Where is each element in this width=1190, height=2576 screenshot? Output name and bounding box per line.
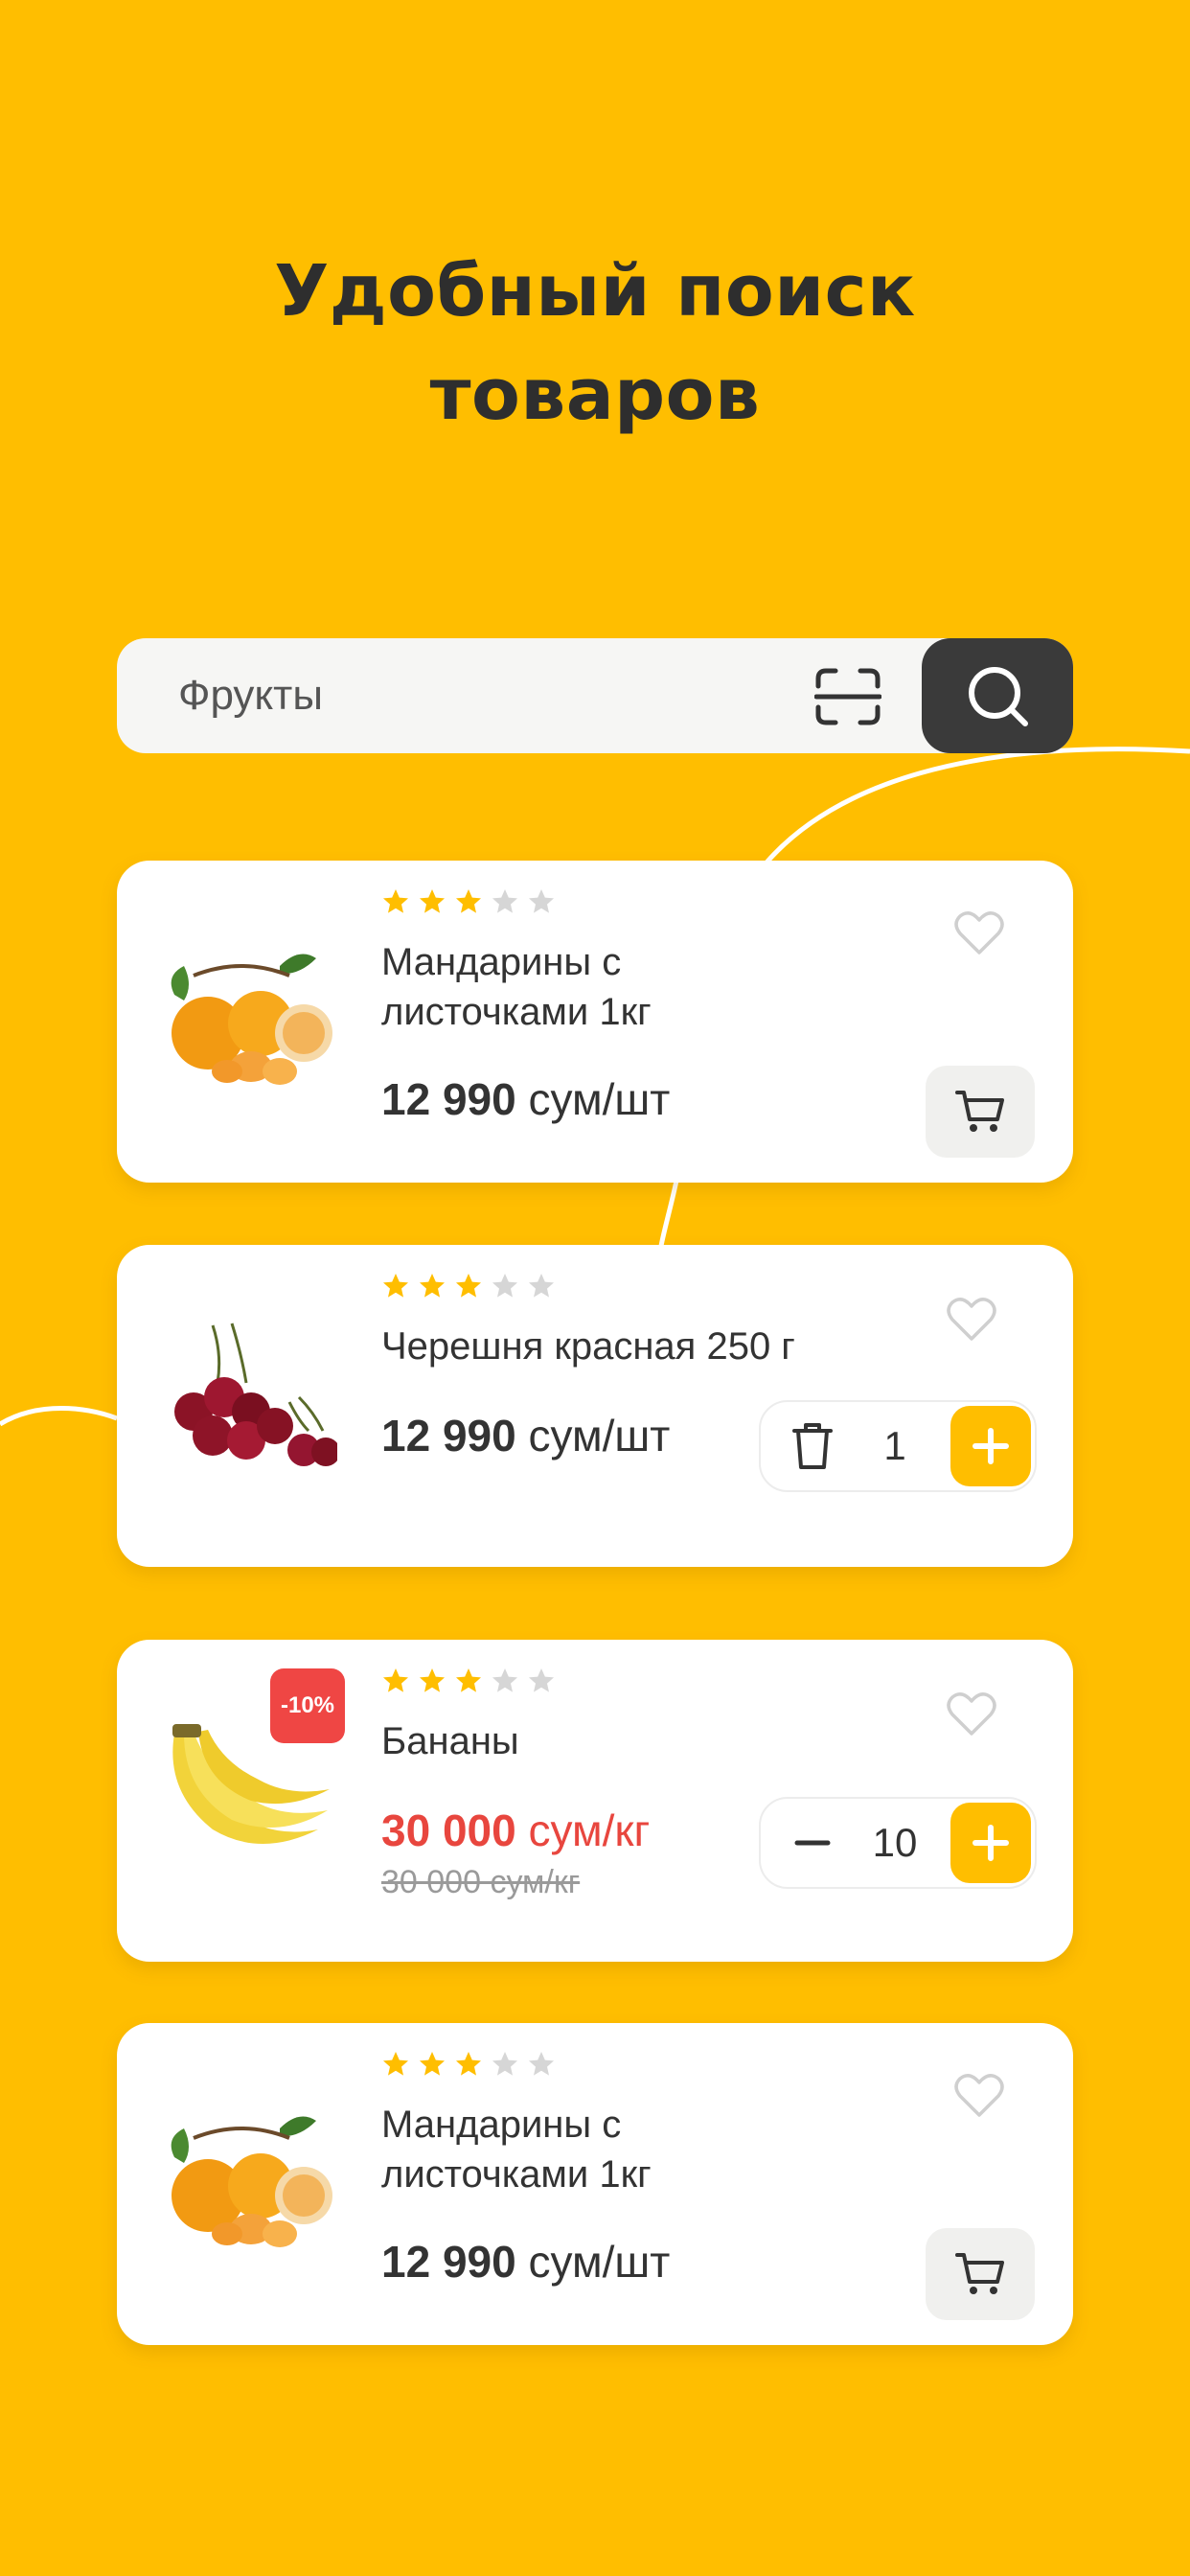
star-empty-icon bbox=[492, 889, 517, 913]
star-filled-icon bbox=[420, 2052, 445, 2076]
product-card[interactable]: Черешня красная 250 г 12 990 сум/шт 1 bbox=[117, 1245, 1073, 1567]
search-button[interactable] bbox=[922, 638, 1073, 753]
star-filled-icon bbox=[420, 889, 445, 913]
quantity-value: 1 bbox=[883, 1423, 906, 1468]
star-empty-icon bbox=[529, 889, 554, 913]
product-image-tangerines bbox=[171, 954, 332, 1085]
product-card[interactable]: -10% Бананы 30 000 сум/кг 30 000 сум/кг … bbox=[117, 1640, 1073, 1962]
page-headline: Удобный поиск товаров bbox=[0, 240, 1190, 447]
product-card[interactable]: Мандарины с листочками 1кг 12 990 сум/шт bbox=[117, 861, 1073, 1183]
star-filled-icon bbox=[456, 889, 481, 913]
favorite-heart-icon[interactable] bbox=[945, 1295, 998, 1343]
cart-icon bbox=[955, 1091, 1004, 1132]
star-empty-icon bbox=[492, 2052, 517, 2076]
star-filled-icon bbox=[383, 2052, 408, 2076]
increase-quantity-button[interactable] bbox=[950, 1803, 1031, 1883]
star-empty-icon bbox=[529, 2052, 554, 2076]
star-filled-icon bbox=[456, 1274, 481, 1298]
rating-stars bbox=[381, 887, 556, 916]
favorite-heart-icon[interactable] bbox=[952, 908, 1006, 956]
headline-line-2: товаров bbox=[429, 354, 761, 436]
headline-line-1: Удобный поиск bbox=[274, 250, 916, 333]
scan-icon[interactable] bbox=[814, 667, 881, 726]
star-empty-icon bbox=[529, 1668, 554, 1692]
star-filled-icon bbox=[383, 889, 408, 913]
star-filled-icon bbox=[420, 1274, 445, 1298]
quantity-stepper: 1 bbox=[759, 1400, 1037, 1492]
quantity-stepper: 10 bbox=[759, 1797, 1037, 1889]
old-price: 30 000 сум/кг bbox=[381, 1864, 581, 1900]
product-name: Мандарины с листочками 1кг bbox=[381, 2104, 652, 2196]
search-icon bbox=[969, 667, 1028, 726]
discount-badge: -10% bbox=[270, 1668, 345, 1743]
product-price: 12 990 сум/шт bbox=[381, 1074, 671, 1124]
star-filled-icon bbox=[456, 1668, 481, 1692]
minus-icon bbox=[794, 1840, 831, 1846]
quantity-value: 10 bbox=[872, 1820, 918, 1865]
product-image-cherries bbox=[174, 1322, 337, 1466]
trash-icon bbox=[792, 1423, 833, 1469]
rating-stars bbox=[381, 1667, 556, 1695]
star-filled-icon bbox=[420, 1668, 445, 1692]
search-input[interactable] bbox=[178, 638, 715, 753]
star-filled-icon bbox=[383, 1668, 408, 1692]
decrease-quantity-button[interactable] bbox=[782, 1812, 843, 1874]
product-price: 12 990 сум/шт bbox=[381, 2237, 671, 2287]
remove-button[interactable] bbox=[782, 1415, 843, 1477]
add-to-cart-button[interactable] bbox=[926, 1066, 1035, 1158]
favorite-heart-icon[interactable] bbox=[952, 2071, 1006, 2119]
star-empty-icon bbox=[492, 1274, 517, 1298]
favorite-heart-icon[interactable] bbox=[945, 1690, 998, 1737]
star-filled-icon bbox=[383, 1274, 408, 1298]
add-to-cart-button[interactable] bbox=[926, 2228, 1035, 2320]
rating-stars bbox=[381, 2050, 556, 2079]
rating-stars bbox=[381, 1272, 556, 1300]
star-filled-icon bbox=[456, 2052, 481, 2076]
product-name: Мандарины с листочками 1кг bbox=[381, 941, 652, 1033]
increase-quantity-button[interactable] bbox=[950, 1406, 1031, 1486]
plus-icon bbox=[973, 1825, 1009, 1861]
product-name: Черешня красная 250 г bbox=[381, 1325, 795, 1368]
product-price: 12 990 сум/шт bbox=[381, 1411, 671, 1460]
star-empty-icon bbox=[529, 1274, 554, 1298]
cart-icon bbox=[955, 2253, 1004, 2294]
product-name: Бананы bbox=[381, 1720, 519, 1762]
product-card[interactable]: Мандарины с листочками 1кг 12 990 сум/шт bbox=[117, 2023, 1073, 2345]
product-price: 30 000 сум/кг bbox=[381, 1806, 651, 1855]
product-image-tangerines bbox=[171, 2116, 332, 2247]
plus-icon bbox=[973, 1428, 1009, 1464]
search-bar bbox=[117, 638, 1073, 753]
star-empty-icon bbox=[492, 1668, 517, 1692]
